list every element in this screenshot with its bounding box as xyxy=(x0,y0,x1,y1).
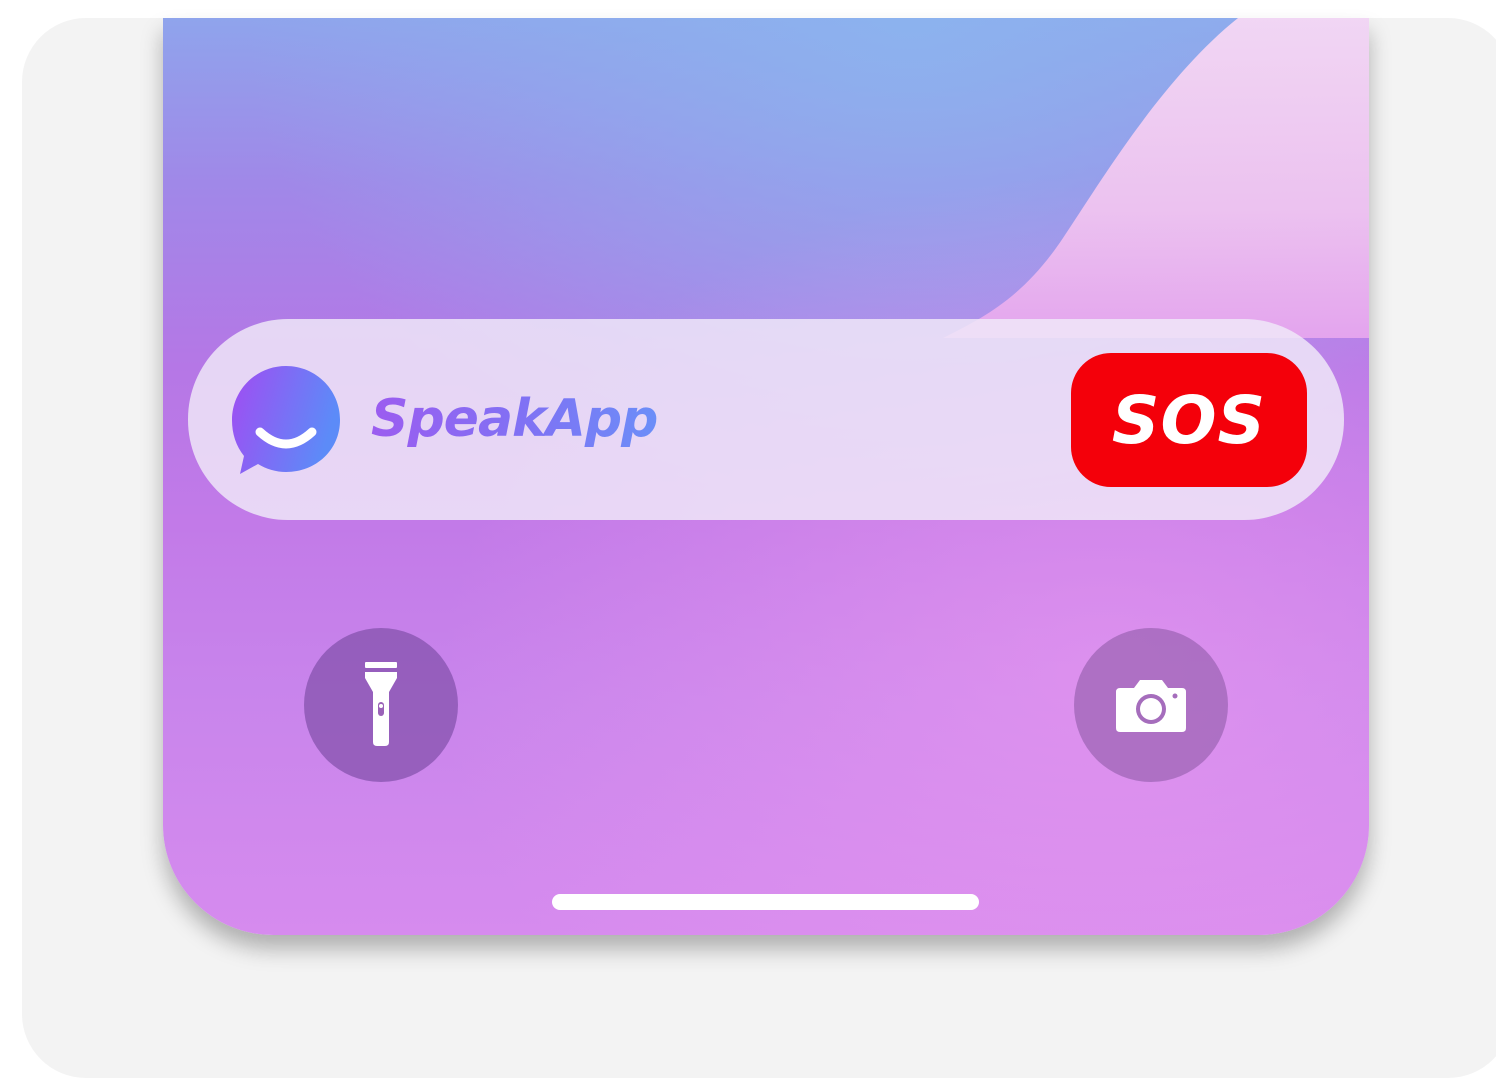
speakapp-widget[interactable]: SpeakApp SOS xyxy=(188,319,1344,520)
home-indicator[interactable] xyxy=(552,894,979,910)
lock-screen: SpeakApp SOS xyxy=(163,18,1369,935)
speakapp-logo-icon xyxy=(232,366,340,474)
flashlight-button[interactable] xyxy=(304,628,458,782)
app-name: SpeakApp xyxy=(371,383,658,455)
camera-icon xyxy=(1116,680,1186,732)
sos-button[interactable]: SOS xyxy=(1071,353,1307,487)
camera-button[interactable] xyxy=(1074,628,1228,782)
flashlight-icon xyxy=(365,662,397,746)
sos-label: SOS xyxy=(1111,381,1267,459)
